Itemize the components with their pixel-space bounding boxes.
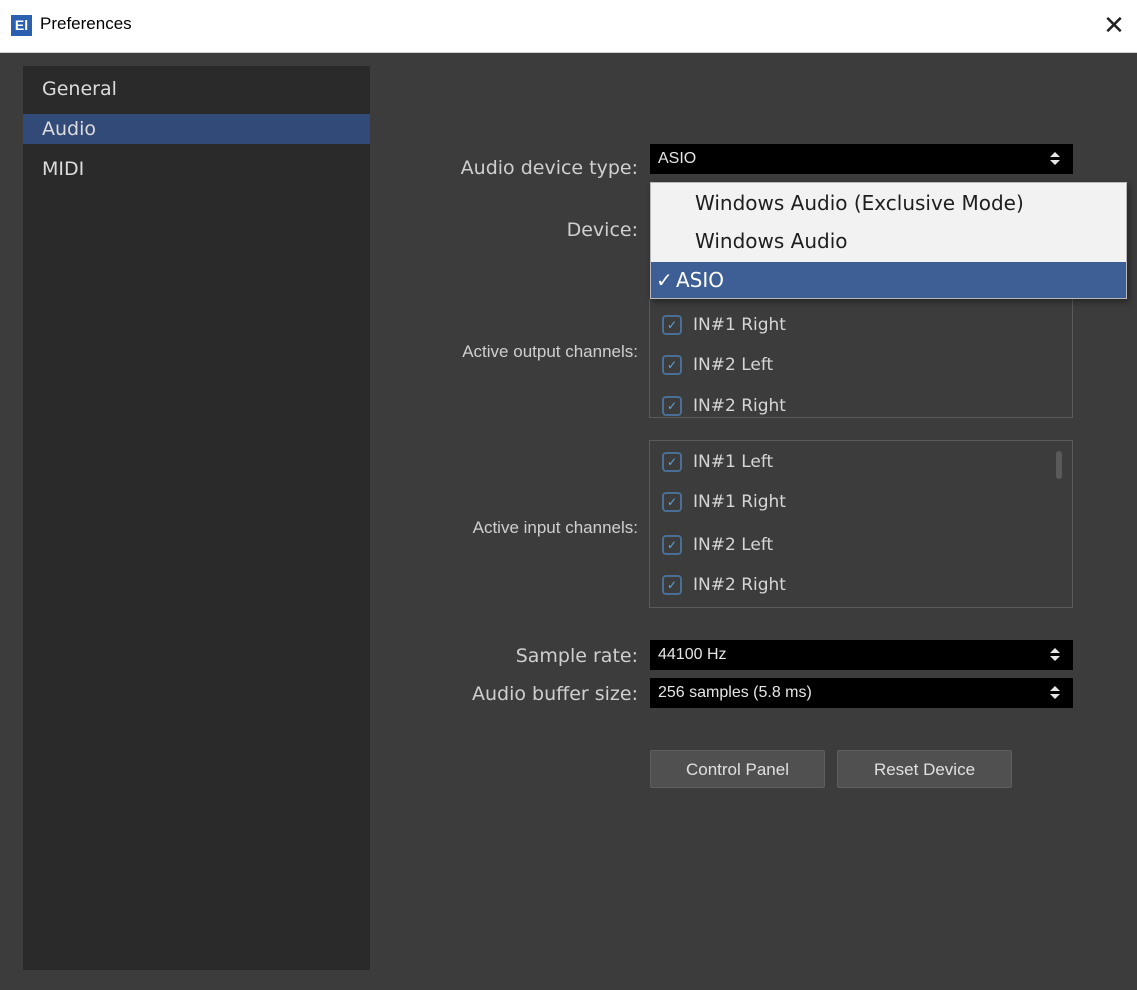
audio-device-type-dropdown[interactable]: Windows Audio (Exclusive Mode) Windows A… (650, 182, 1127, 299)
scrollbar-thumb[interactable] (1056, 451, 1062, 479)
dropdown-option-selected[interactable]: ✓ ASIO (651, 262, 1126, 298)
input-channels-label: Active input channels: (472, 518, 638, 537)
sidebar: General Audio MIDI (23, 66, 370, 970)
checkbox-checked-icon[interactable]: ✓ (662, 535, 682, 555)
input-channel-label: IN#2 Left (693, 535, 774, 555)
sample-rate-value: 44100 Hz (658, 646, 727, 663)
close-button[interactable]: ✕ (1099, 10, 1129, 40)
sample-rate-select[interactable]: 44100 Hz (650, 640, 1073, 670)
updown-arrow-icon (1049, 640, 1061, 670)
output-channel-label: IN#1 Right (693, 315, 786, 335)
buffer-size-value: 256 samples (5.8 ms) (658, 684, 812, 701)
window-title: Preferences (40, 14, 132, 33)
reset-device-button[interactable]: Reset Device (837, 750, 1012, 788)
input-channel-label: IN#1 Right (693, 492, 786, 512)
output-channels-label: Active output channels: (462, 342, 638, 361)
dropdown-option[interactable]: Windows Audio (651, 223, 1126, 259)
input-channel-label: IN#1 Left (693, 452, 774, 472)
dropdown-option-label: ASIO (676, 268, 725, 292)
preferences-content: General Audio MIDI Audio device type: AS… (0, 53, 1137, 990)
sidebar-item-general[interactable]: General (23, 74, 370, 104)
buffer-size-label: Audio buffer size: (471, 683, 638, 705)
checkbox-checked-icon[interactable]: ✓ (662, 315, 682, 335)
dropdown-option[interactable]: Windows Audio (Exclusive Mode) (651, 185, 1126, 221)
updown-arrow-icon (1049, 678, 1061, 708)
updown-arrow-icon (1049, 144, 1061, 174)
checkbox-checked-icon[interactable]: ✓ (662, 452, 682, 472)
audio-device-type-value: ASIO (658, 150, 697, 167)
output-channel-label: IN#2 Right (693, 396, 786, 416)
audio-device-type-label: Audio device type: (460, 157, 638, 179)
input-channel-label: IN#2 Right (693, 575, 786, 595)
checkbox-checked-icon[interactable]: ✓ (662, 396, 682, 416)
checkbox-checked-icon[interactable]: ✓ (662, 355, 682, 375)
checkbox-checked-icon[interactable]: ✓ (662, 575, 682, 595)
output-channel-label: IN#2 Left (693, 355, 774, 375)
sidebar-item-audio[interactable]: Audio (23, 114, 370, 144)
output-channels-list[interactable]: ✓ IN#1 Right ✓ IN#2 Left ✓ IN#2 Right (649, 299, 1073, 418)
audio-device-type-select[interactable]: ASIO (650, 144, 1073, 174)
control-panel-button[interactable]: Control Panel (650, 750, 825, 788)
buffer-size-select[interactable]: 256 samples (5.8 ms) (650, 678, 1073, 708)
title-bar: El Preferences ✕ (0, 0, 1137, 53)
checkmark-icon: ✓ (656, 268, 673, 292)
device-label: Device: (566, 219, 638, 241)
sample-rate-label: Sample rate: (515, 645, 638, 667)
input-channels-list[interactable]: ✓ IN#1 Left ✓ IN#1 Right ✓ IN#2 Left ✓ I… (649, 440, 1073, 608)
app-logo-icon: El (11, 15, 32, 36)
sidebar-item-midi[interactable]: MIDI (23, 154, 370, 184)
checkbox-checked-icon[interactable]: ✓ (662, 492, 682, 512)
